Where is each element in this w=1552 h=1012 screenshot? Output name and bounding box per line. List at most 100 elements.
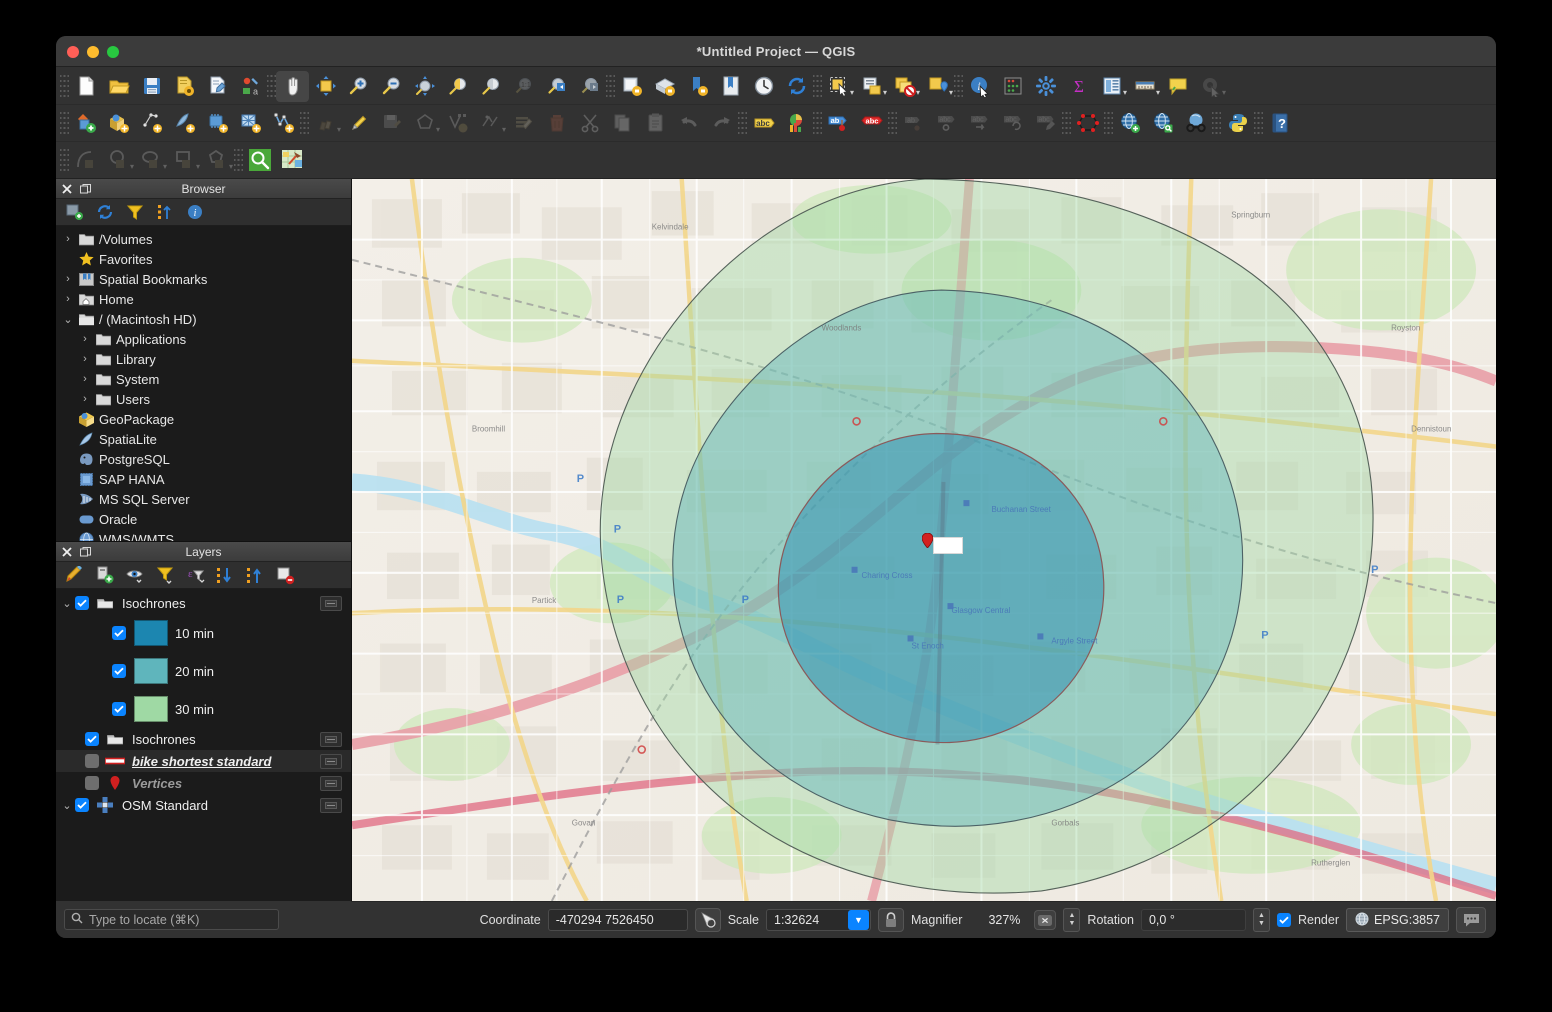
- toolbar-grip[interactable]: [1104, 110, 1113, 136]
- layer-visibility-checkbox[interactable]: [75, 596, 89, 610]
- crs-button[interactable]: EPSG:3857: [1345, 908, 1449, 932]
- modify-attributes-icon[interactable]: ▾: [474, 108, 507, 139]
- label-toolbar-icon[interactable]: abc: [747, 108, 780, 139]
- layer-item[interactable]: ⌄ OSM Standard: [56, 794, 351, 816]
- deselect-features-icon[interactable]: ▾: [888, 71, 921, 102]
- toolbar-grip[interactable]: [813, 73, 822, 99]
- layer-visibility-checkbox[interactable]: [85, 754, 99, 768]
- messages-icon[interactable]: [1456, 907, 1486, 933]
- browser-item[interactable]: Oracle: [56, 509, 351, 529]
- maximize-window-button[interactable]: [107, 46, 119, 58]
- chevron-right-icon[interactable]: ›: [60, 273, 76, 285]
- layer-visibility-checkbox[interactable]: [112, 626, 126, 640]
- rotation-field[interactable]: 0,0 °: [1140, 909, 1246, 931]
- chevron-down-icon[interactable]: ⌄: [59, 597, 75, 610]
- layer-visibility-checkbox[interactable]: [112, 664, 126, 678]
- toolbar-grip[interactable]: [1062, 110, 1071, 136]
- add-wms-layer-icon[interactable]: [1113, 108, 1146, 139]
- layer-item[interactable]: ⌄ Isochrones: [56, 592, 351, 614]
- remove-layer-icon[interactable]: [271, 564, 299, 586]
- layer-item[interactable]: Vertices: [56, 772, 351, 794]
- zoom-to-selection-icon[interactable]: [441, 71, 474, 102]
- rotation-stepper[interactable]: ▲ ▼: [1252, 908, 1270, 932]
- close-window-button[interactable]: [67, 46, 79, 58]
- browser-item[interactable]: ⌄ / (Macintosh HD): [56, 309, 351, 329]
- chevron-down-icon[interactable]: ▾: [229, 162, 233, 171]
- float-panel-icon[interactable]: [78, 182, 92, 196]
- layers-tree[interactable]: ⌄ Isochrones 10 min 20 min 30 min Isochrones b…: [56, 589, 351, 901]
- new-gpx-layer-icon[interactable]: [267, 108, 300, 139]
- identify-features-icon[interactable]: i: [963, 71, 996, 102]
- toolbar-grip[interactable]: [60, 73, 69, 99]
- add-layer-icon[interactable]: [61, 201, 89, 223]
- chevron-down-icon[interactable]: ▾: [436, 125, 440, 134]
- zoom-out-icon[interactable]: [375, 71, 408, 102]
- refresh-icon[interactable]: [780, 71, 813, 102]
- current-edits-icon[interactable]: ▾: [309, 108, 342, 139]
- browser-item[interactable]: › /Volumes: [56, 229, 351, 249]
- layer-item[interactable]: bike shortest standard: [56, 750, 351, 772]
- save-layer-edits-icon[interactable]: [375, 108, 408, 139]
- measure-line-icon[interactable]: ▾: [1128, 71, 1161, 102]
- new-mesh-layer-icon[interactable]: [234, 108, 267, 139]
- orstools-icon[interactable]: [243, 145, 276, 176]
- add-group-icon[interactable]: [91, 564, 119, 586]
- select-by-location-icon[interactable]: ▾: [921, 71, 954, 102]
- metasearch-wms-icon[interactable]: [1146, 108, 1179, 139]
- zoom-in-icon[interactable]: [342, 71, 375, 102]
- browser-item[interactable]: › System: [56, 369, 351, 389]
- filter-legend-icon[interactable]: [151, 564, 179, 586]
- filter-browser-icon[interactable]: [121, 201, 149, 223]
- toggle-editing-icon[interactable]: [342, 108, 375, 139]
- clear-icon[interactable]: [1034, 910, 1057, 930]
- minimize-window-button[interactable]: [87, 46, 99, 58]
- temporal-controller-icon[interactable]: [747, 71, 780, 102]
- browser-item[interactable]: › Spatial Bookmarks: [56, 269, 351, 289]
- new-shapefile-layer-icon[interactable]: [168, 108, 201, 139]
- add-ellipse-icon[interactable]: ▾: [135, 145, 168, 176]
- browser-item[interactable]: › Applications: [56, 329, 351, 349]
- layer-edit-indicator[interactable]: [320, 596, 342, 611]
- chevron-down-icon[interactable]: ▼: [848, 910, 869, 930]
- show-layout-icon[interactable]: ▾: [1095, 71, 1128, 102]
- properties-icon[interactable]: i: [181, 201, 209, 223]
- toolbar-grip[interactable]: [60, 147, 69, 173]
- magnifier-value[interactable]: 327%: [969, 909, 1027, 931]
- chevron-down-icon[interactable]: ▾: [1156, 88, 1160, 97]
- toolbar-grip[interactable]: [1254, 110, 1263, 136]
- pin-labels-icon[interactable]: ab: [822, 108, 855, 139]
- new-memory-layer-icon[interactable]: [201, 108, 234, 139]
- add-circle-icon[interactable]: ▾: [102, 145, 135, 176]
- layer-edit-indicator[interactable]: [320, 798, 342, 813]
- magnifier-stepper[interactable]: ▲ ▼: [1063, 908, 1081, 932]
- style-manager-icon[interactable]: a: [234, 71, 267, 102]
- map-canvas[interactable]: Kelvindale Springburn Broomhill Dennistoun…: [351, 179, 1496, 901]
- add-regular-polygon-icon[interactable]: ▾: [201, 145, 234, 176]
- diagram-toolbar-icon[interactable]: [780, 108, 813, 139]
- zoom-full-icon[interactable]: [408, 71, 441, 102]
- new-project-icon[interactable]: [69, 71, 102, 102]
- browser-item[interactable]: MS SQL Server: [56, 489, 351, 509]
- refresh-icon[interactable]: [91, 201, 119, 223]
- new-bookmark-icon[interactable]: [681, 71, 714, 102]
- vertex-tool-icon[interactable]: [441, 108, 474, 139]
- chevron-down-icon[interactable]: ▾: [337, 125, 341, 134]
- rotate-label-icon[interactable]: abc: [930, 108, 963, 139]
- chevron-right-icon[interactable]: ›: [77, 353, 93, 365]
- change-label-properties-icon[interactable]: abc: [1029, 108, 1062, 139]
- new-geopackage-layer-icon[interactable]: [102, 108, 135, 139]
- close-icon[interactable]: [60, 182, 74, 196]
- highlight-labels-icon[interactable]: abc: [855, 108, 888, 139]
- python-console-icon[interactable]: [1221, 108, 1254, 139]
- chevron-down-icon[interactable]: ▾: [949, 88, 953, 97]
- scale-lock-icon[interactable]: [878, 908, 904, 932]
- zoom-to-layer-icon[interactable]: [474, 71, 507, 102]
- open-project-icon[interactable]: [102, 71, 135, 102]
- collapse-all-icon[interactable]: [241, 564, 269, 586]
- browser-item[interactable]: › Library: [56, 349, 351, 369]
- search-input[interactable]: Type to locate (⌘K): [64, 909, 279, 930]
- chevron-right-icon[interactable]: ›: [77, 373, 93, 385]
- browser-item[interactable]: GeoPackage: [56, 409, 351, 429]
- add-rectangle-icon[interactable]: ▾: [168, 145, 201, 176]
- toolbar-grip[interactable]: [813, 110, 822, 136]
